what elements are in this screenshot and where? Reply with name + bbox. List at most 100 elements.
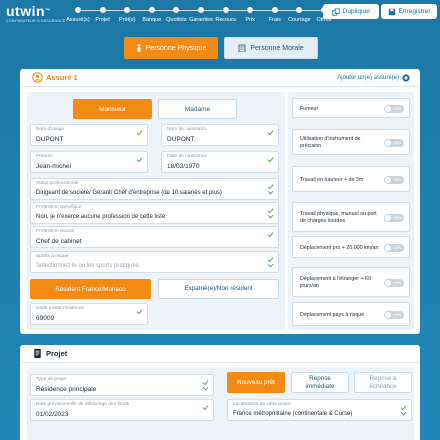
option-toggle[interactable]: NON (384, 311, 404, 319)
toggle-state: NON (393, 312, 401, 317)
check-icon (267, 130, 274, 136)
option-toggle[interactable]: NON (384, 105, 404, 113)
chevron-down-icon (202, 386, 209, 391)
person-moral-button[interactable]: Personne Morale (224, 37, 318, 59)
toggle-knob (385, 280, 391, 286)
gender-female-label: Madame (184, 105, 211, 113)
option-toggle[interactable]: NON (384, 279, 404, 287)
option-toggle[interactable]: NON (384, 244, 404, 252)
status-select[interactable]: Statut professionnel Dirigeant de sociét… (30, 178, 279, 200)
save-icon (388, 8, 395, 15)
toggle-state: NON (393, 245, 401, 250)
option-row: Déplacement à l'étranger + 60 jours/an NO… (292, 267, 410, 297)
new-loan-label: Nouveau prêt (237, 379, 275, 386)
project-card-header: Projet (20, 345, 420, 363)
chevron-down-icon (267, 263, 274, 268)
exact-profession-field[interactable]: Profession exacte Chef de cabinet (30, 226, 279, 248)
usage-name-label: Nom d'usage (36, 127, 65, 132)
brand-name: utwin (6, 3, 46, 19)
option-toggle[interactable]: NON (384, 176, 404, 184)
check-icon (202, 380, 209, 386)
birth-name-value: DUPONT (167, 136, 195, 143)
option-toggle[interactable]: NON (384, 214, 404, 222)
immediate-takeover-button[interactable]: Reprise immédiate (291, 372, 349, 393)
check-icon (267, 157, 274, 163)
check-icon (136, 130, 143, 136)
plus-circle-icon (402, 74, 410, 82)
duplicate-button[interactable]: Dupliquer (323, 4, 379, 19)
project-location-value: France métropolitaine (continentale & Co… (233, 411, 353, 417)
project-type-select[interactable]: Type de projet Résidence principale (30, 374, 214, 396)
project-location-label: Localisation de votre projet (233, 402, 291, 407)
building-icon (238, 44, 246, 52)
check-icon (267, 257, 274, 263)
option-label: Travail en hauteur + de 3m (300, 176, 364, 183)
birth-date-field[interactable]: Date de naissance 18/03/1970 (161, 151, 279, 173)
save-button[interactable]: Enregistrer (381, 4, 437, 19)
profession-value: Non, je n'exerce aucune profession de ce… (36, 214, 166, 220)
profession-select[interactable]: Profession spécifique Non, je n'exerce a… (30, 202, 279, 224)
option-toggle[interactable]: NON (384, 139, 404, 147)
resident-france-button[interactable]: Résident France/Monaco (30, 279, 151, 299)
chevron-down-icon (400, 411, 407, 416)
toggle-state: NON (393, 140, 401, 145)
profession-label: Profession spécifique (36, 205, 82, 210)
toggle-knob (385, 177, 391, 183)
option-row: Travail physique, manuel ou port de char… (292, 202, 410, 232)
project-location-select[interactable]: Localisation de votre projet France métr… (227, 399, 412, 421)
check-icon (267, 208, 274, 214)
add-insured-link[interactable]: Ajouter un(e) assuré(e) (337, 74, 410, 82)
usage-name-field[interactable]: Nom d'usage DUPONT (30, 124, 148, 146)
first-name-label: Prénom (36, 154, 53, 159)
birth-name-field[interactable]: Nom de naissance DUPONT (161, 124, 279, 146)
status-label: Statut professionnel (36, 181, 79, 186)
option-row: Travail en hauteur + de 3m NON (292, 166, 410, 192)
deferred-takeover-button[interactable]: Reprise à échéance (354, 372, 412, 393)
postal-code-field[interactable]: Code postal résidence 69009 (30, 303, 148, 325)
user-circle-icon (32, 72, 43, 83)
person-icon (137, 44, 141, 52)
toggle-knob (385, 106, 391, 112)
insured-card-header: Assuré 1 Ajouter un(e) assuré(e) (20, 69, 420, 87)
immediate-takeover-label: Reprise immédiate (305, 374, 335, 390)
project-type-value: Résidence principale (36, 386, 97, 393)
gender-female-button[interactable]: Madame (158, 99, 237, 119)
release-date-field[interactable]: Date prévisionnelle de déblocage des fon… (30, 399, 214, 421)
copy-icon (331, 7, 340, 16)
status-value: Dirigeant de société/ Gérant/ Chef d'ent… (36, 190, 222, 196)
check-icon (267, 232, 274, 238)
option-row: Déplacement pays à risque NON (292, 302, 410, 326)
option-label: Fumeur (300, 105, 319, 112)
release-date-label: Date prévisionnelle de déblocage des fon… (36, 402, 130, 407)
gender-male-button[interactable]: Monsieur (73, 99, 152, 119)
expat-button[interactable]: Expatrié(e)/Non résident (158, 279, 279, 299)
sports-select[interactable]: Sports à risque Sélectionnez le ou les s… (30, 251, 279, 273)
usage-name-value: DUPONT (36, 136, 64, 143)
option-label: Déplacement à l'étranger + 60 jours/an (300, 276, 371, 289)
chevron-down-icon (267, 214, 274, 219)
option-label: Déplacement pays à risque (300, 311, 365, 318)
toggle-state: NON (393, 215, 401, 220)
sports-label: Sports à risque (36, 254, 69, 259)
gender-male-label: Monsieur (99, 105, 126, 113)
toggle-knob (385, 245, 391, 251)
exact-profession-label: Profession exacte (36, 229, 75, 234)
save-label: Enregistrer (398, 8, 431, 15)
progress-steps: Assuré(s) Projet Prêt(s) Banque Quotités Gara… (66, 6, 332, 28)
document-icon (34, 348, 41, 359)
top-bar: utwin™ COMPARATEUR D'ASSURANCE Assuré(s)… (0, 0, 440, 30)
brand-tm: ™ (45, 8, 51, 14)
check-icon (136, 157, 143, 163)
release-date-value: 01/02/2023 (36, 411, 69, 418)
duplicate-label: Dupliquer (342, 8, 371, 15)
new-loan-button[interactable]: Nouveau prêt (227, 372, 285, 393)
person-physical-button[interactable]: Personne Physique (124, 37, 218, 59)
expat-label: Expatrié(e)/Non résident (184, 285, 253, 292)
check-icon (267, 184, 274, 190)
first-name-field[interactable]: Prénom Jean-michel (30, 151, 148, 173)
person-moral-label: Personne Morale (250, 44, 304, 52)
option-label: Utilisation d'instrument de précision (300, 136, 361, 149)
check-icon (202, 405, 209, 411)
person-physical-label: Personne Physique (145, 44, 207, 52)
deferred-takeover-label: Reprise à échéance (369, 374, 397, 390)
